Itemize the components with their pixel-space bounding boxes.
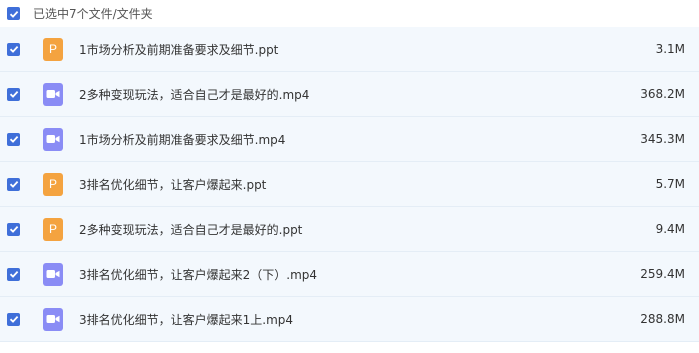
file-row[interactable]: P 1市场分析及前期准备要求及细节.ppt 3.1M — [0, 27, 699, 72]
ppt-icon: P — [43, 172, 63, 196]
file-checkbox[interactable] — [7, 87, 20, 101]
file-name: 1市场分析及前期准备要求及细节.ppt — [79, 42, 279, 57]
file-name: 1市场分析及前期准备要求及细节.mp4 — [79, 132, 286, 147]
file-checkbox[interactable] — [7, 132, 20, 146]
ppt-icon: P — [43, 217, 63, 241]
video-icon — [43, 307, 63, 331]
file-row[interactable]: 2多种变现玩法，适合自己才是最好的.mp4 368.2M — [0, 72, 699, 117]
file-size: 288.8M — [640, 312, 685, 326]
file-size: 3.1M — [655, 42, 685, 56]
video-icon — [43, 127, 63, 151]
file-size: 9.4M — [655, 222, 685, 236]
file-checkbox[interactable] — [7, 42, 20, 56]
select-all-checkbox[interactable] — [7, 7, 20, 20]
file-name: 2多种变现玩法，适合自己才是最好的.mp4 — [79, 87, 310, 102]
file-row[interactable]: 1市场分析及前期准备要求及细节.mp4 345.3M — [0, 117, 699, 162]
file-size: 259.4M — [640, 267, 685, 281]
selection-header: 已选中7个文件/文件夹 — [0, 0, 699, 27]
ppt-icon: P — [43, 37, 63, 61]
file-name: 3排名优化细节，让客户爆起来1上.mp4 — [79, 312, 294, 327]
file-size: 368.2M — [640, 87, 685, 101]
file-checkbox[interactable] — [7, 177, 20, 191]
file-row[interactable]: P 2多种变现玩法，适合自己才是最好的.ppt 9.4M — [0, 207, 699, 252]
selection-count-label: 已选中7个文件/文件夹 — [33, 7, 153, 21]
file-checkbox[interactable] — [7, 267, 20, 281]
file-row[interactable]: P 3排名优化细节，让客户爆起来.ppt 5.7M — [0, 162, 699, 207]
file-checkbox[interactable] — [7, 222, 20, 236]
file-row[interactable]: 3排名优化细节，让客户爆起来1上.mp4 288.8M — [0, 297, 699, 342]
file-size: 5.7M — [655, 177, 685, 191]
file-list: P 1市场分析及前期准备要求及细节.ppt 3.1M 2多种变现玩法，适合自己才是最好… — [0, 27, 699, 342]
file-checkbox[interactable] — [7, 312, 20, 326]
video-icon — [43, 262, 63, 286]
file-name: 2多种变现玩法，适合自己才是最好的.ppt — [79, 222, 303, 237]
video-icon — [43, 82, 63, 106]
file-name: 3排名优化细节，让客户爆起来2（下）.mp4 — [79, 267, 318, 282]
file-size: 345.3M — [640, 132, 685, 146]
file-name: 3排名优化细节，让客户爆起来.ppt — [79, 177, 267, 192]
file-row[interactable]: 3排名优化细节，让客户爆起来2（下）.mp4 259.4M — [0, 252, 699, 297]
